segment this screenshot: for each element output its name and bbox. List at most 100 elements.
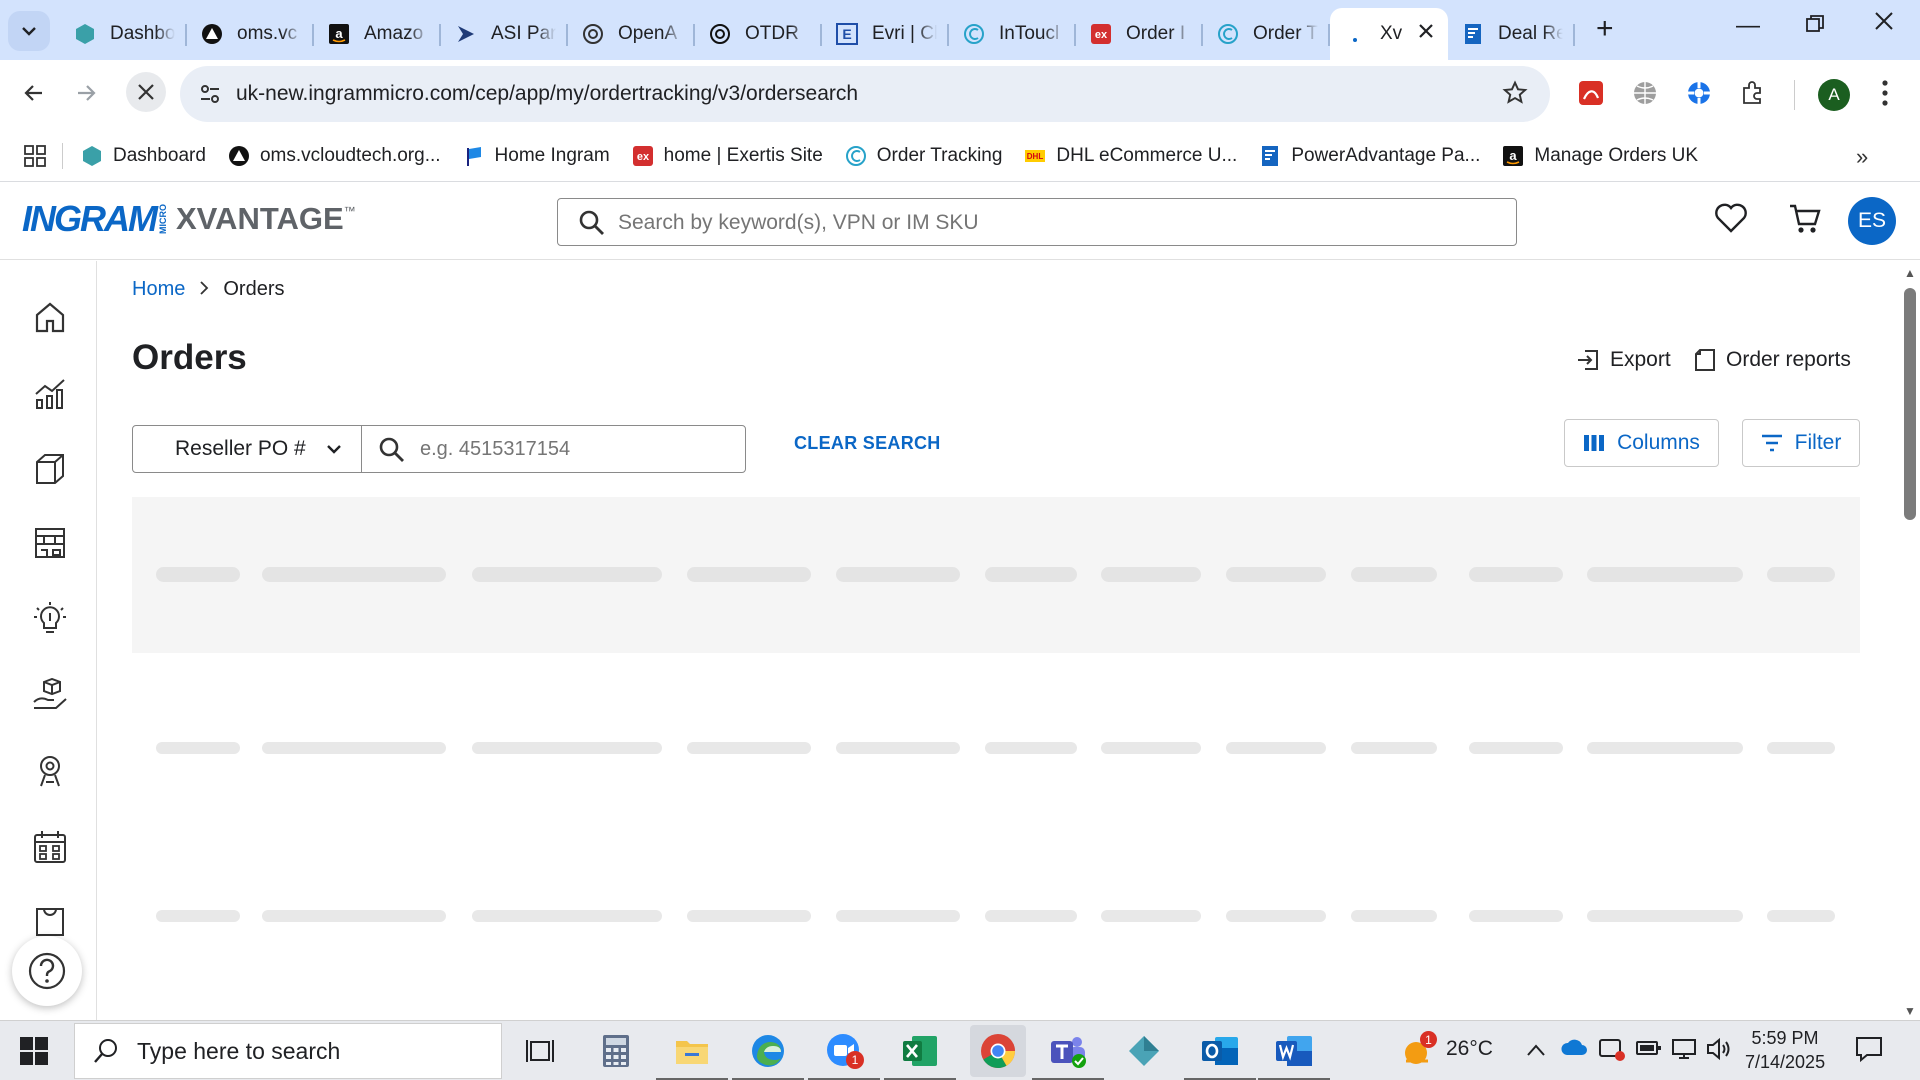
columns-button[interactable]: Columns — [1564, 419, 1719, 467]
forward-button[interactable] — [74, 80, 98, 112]
nav-orders[interactable] — [30, 901, 70, 941]
taskbar-teams[interactable] — [1032, 1029, 1104, 1080]
tab-favicon — [1460, 21, 1486, 47]
apps-button[interactable] — [24, 144, 46, 167]
loading-icon — [1353, 38, 1357, 42]
taskbar-app-diamond[interactable] — [1122, 1029, 1166, 1073]
browser-tab[interactable]: Deal Re — [1448, 12, 1575, 56]
onedrive-icon[interactable] — [1560, 1037, 1588, 1063]
taskbar-zoom[interactable]: 1 — [808, 1029, 880, 1080]
taskbar-chrome[interactable] — [970, 1025, 1026, 1077]
bookmark-item[interactable]: oms.vcloudtech.org... — [228, 145, 441, 167]
bookmark-item[interactable]: PowerAdvantage Pa... — [1259, 145, 1480, 167]
profile-avatar[interactable]: A — [1818, 79, 1850, 111]
browser-tab[interactable]: Order T — [1203, 12, 1330, 56]
browser-tab[interactable]: InToucl — [949, 12, 1076, 56]
back-button[interactable] — [22, 80, 46, 112]
task-view-button[interactable] — [518, 1029, 562, 1073]
bookmark-label: Manage Orders UK — [1534, 144, 1699, 166]
bookmark-item[interactable]: a Manage Orders UK — [1502, 145, 1698, 167]
taskbar-clock[interactable]: 5:59 PM 7/14/2025 — [1745, 1026, 1825, 1074]
browser-tab[interactable]: ASI Par — [441, 12, 568, 56]
close-window-button[interactable] — [1874, 10, 1894, 38]
breadcrumb: Home Orders — [132, 278, 284, 301]
volume-icon[interactable] — [1706, 1037, 1732, 1067]
order-search-group: Reseller PO # — [132, 425, 746, 473]
start-button[interactable] — [20, 1037, 48, 1070]
favorites-heart-button[interactable] — [1714, 202, 1748, 239]
order-reports-button[interactable]: Order reports — [1694, 348, 1851, 372]
taskbar-search-box[interactable]: Type here to search — [74, 1023, 502, 1079]
nav-products[interactable] — [30, 449, 70, 489]
cart-button[interactable] — [1788, 202, 1822, 241]
security-tray-icon[interactable] — [1598, 1037, 1626, 1069]
weather-widget[interactable]: 1 — [1400, 1031, 1437, 1073]
more-bookmarks-button[interactable]: » — [1856, 144, 1868, 170]
browser-tab-active[interactable]: Xv — [1330, 8, 1448, 60]
browser-menu-button[interactable] — [1880, 78, 1890, 113]
po-search-input[interactable] — [420, 436, 720, 462]
tab-search-button[interactable] — [8, 11, 50, 51]
address-bar[interactable]: uk-new.ingrammicro.com/cep/app/my/ordert… — [180, 66, 1550, 122]
browser-tab[interactable]: ex Order I — [1076, 12, 1203, 56]
diamond-app-icon — [1129, 1036, 1159, 1066]
network-icon[interactable] — [1670, 1037, 1698, 1067]
scroll-up-arrow[interactable]: ▲ — [1904, 266, 1916, 280]
restore-button[interactable] — [1806, 12, 1824, 40]
breadcrumb-home-link[interactable]: Home — [132, 278, 185, 301]
taskbar-edge[interactable] — [732, 1029, 804, 1080]
bookmark-item[interactable]: Home Ingram — [463, 145, 610, 167]
browser-tab[interactable]: OTDR — [695, 12, 822, 56]
search-field-select[interactable]: Reseller PO # — [133, 426, 362, 472]
bookmark-item[interactable]: Order Tracking — [845, 145, 1002, 167]
bookmark-item[interactable]: Dashboard — [81, 145, 206, 167]
battery-icon[interactable] — [1636, 1039, 1662, 1063]
browser-tab[interactable]: E Evri | Cl — [822, 12, 949, 56]
stop-loading-button[interactable] — [126, 72, 166, 112]
url-text[interactable]: uk-new.ingrammicro.com/cep/app/my/ordert… — [236, 82, 858, 106]
export-button[interactable]: Export — [1576, 348, 1671, 372]
scroll-down-arrow[interactable]: ▼ — [1904, 1004, 1916, 1018]
nav-services[interactable] — [30, 675, 70, 715]
scrollbar-thumb[interactable] — [1904, 288, 1916, 520]
clear-search-button[interactable]: CLEAR SEARCH — [794, 433, 941, 454]
notifications-button[interactable] — [1855, 1035, 1883, 1069]
tab-close-button[interactable] — [1418, 21, 1434, 43]
nav-analytics[interactable] — [30, 373, 70, 413]
extensions-puzzle-icon[interactable] — [1738, 78, 1768, 108]
taskbar-file-explorer[interactable] — [656, 1029, 728, 1080]
nav-support[interactable] — [30, 751, 70, 791]
browser-tab[interactable]: oms.vc — [187, 12, 314, 56]
hand-box-icon — [33, 678, 67, 709]
help-button[interactable] — [12, 936, 82, 1006]
nav-home[interactable] — [30, 297, 70, 337]
bookmark-label: oms.vcloudtech.org... — [259, 144, 441, 166]
taskbar-outlook[interactable] — [1184, 1029, 1256, 1080]
lightbulb-icon — [34, 602, 66, 633]
tab-favicon: E — [834, 21, 860, 47]
new-tab-button[interactable]: + — [1596, 14, 1614, 44]
taskbar-excel[interactable] — [884, 1029, 956, 1080]
bookmark-item[interactable]: ex home | Exertis Site — [632, 145, 823, 167]
taskbar-calculator[interactable] — [594, 1029, 638, 1073]
minimize-button[interactable]: — — [1736, 12, 1760, 40]
browser-tab[interactable]: a Amazo — [314, 12, 441, 56]
nav-calendar[interactable] — [30, 827, 70, 867]
product-search-input[interactable] — [618, 209, 1498, 237]
browser-tab[interactable]: OpenA — [568, 12, 695, 56]
user-avatar[interactable]: ES — [1848, 197, 1896, 245]
nav-store[interactable] — [30, 523, 70, 563]
filter-button[interactable]: Filter — [1742, 419, 1860, 467]
tray-overflow-button[interactable] — [1526, 1039, 1546, 1063]
globe-extension-icon[interactable] — [1630, 78, 1660, 108]
taskbar-word[interactable] — [1258, 1029, 1330, 1080]
lifebuoy-extension-icon[interactable] — [1684, 78, 1714, 108]
page-scrollbar[interactable]: ▲ ▼ — [1900, 262, 1920, 1020]
nav-insights[interactable] — [30, 599, 70, 639]
ingram-xvantage-logo[interactable]: INGRAM MICRO XVANTAGE ™ — [22, 198, 356, 240]
arrow-right-icon — [78, 85, 96, 101]
star-icon[interactable] — [1502, 80, 1528, 106]
acrobat-extension-icon[interactable] — [1576, 78, 1606, 108]
bookmark-item[interactable]: DHL DHL eCommerce U... — [1024, 145, 1237, 167]
browser-tab[interactable]: Dashbo — [60, 12, 187, 56]
